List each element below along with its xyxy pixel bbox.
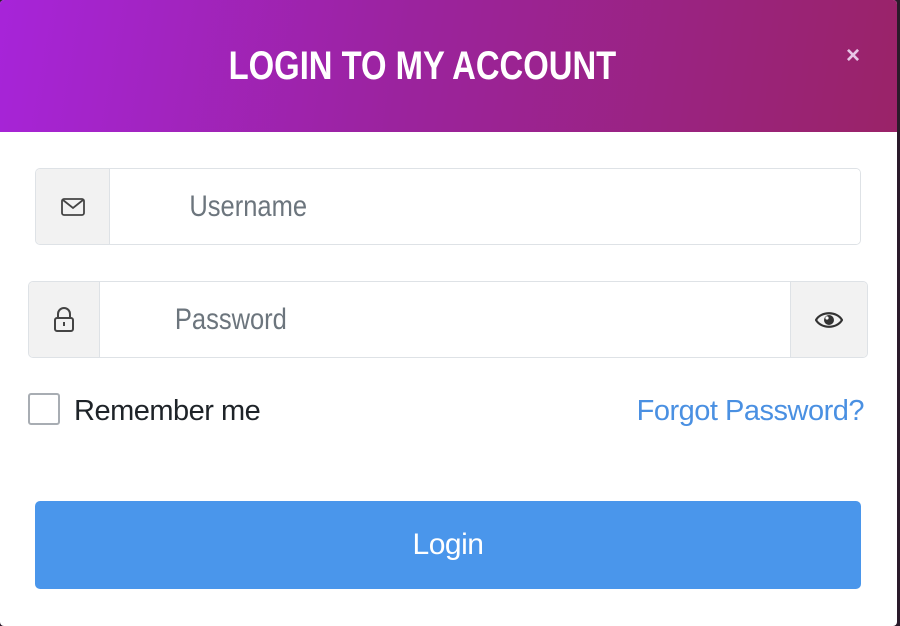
username-input-group <box>35 168 861 245</box>
envelope-icon <box>36 169 110 244</box>
username-input[interactable] <box>110 169 860 244</box>
remember-me[interactable]: Remember me <box>28 389 261 428</box>
password-input[interactable] <box>100 282 790 357</box>
password-input-group <box>28 281 868 358</box>
modal-title: LOGIN TO MY ACCOUNT <box>228 44 617 88</box>
remember-label: Remember me <box>74 395 261 427</box>
modal-header: LOGIN TO MY ACCOUNT × <box>0 0 897 132</box>
close-button[interactable]: × <box>842 42 864 70</box>
remember-checkbox[interactable] <box>28 392 60 425</box>
login-button[interactable]: Login <box>35 501 861 589</box>
eye-icon[interactable] <box>790 282 867 357</box>
lock-icon <box>29 282 100 357</box>
login-modal: LOGIN TO MY ACCOUNT × Username Remember … <box>0 0 897 626</box>
forgot-password-link[interactable]: Forgot Password? <box>637 395 865 428</box>
